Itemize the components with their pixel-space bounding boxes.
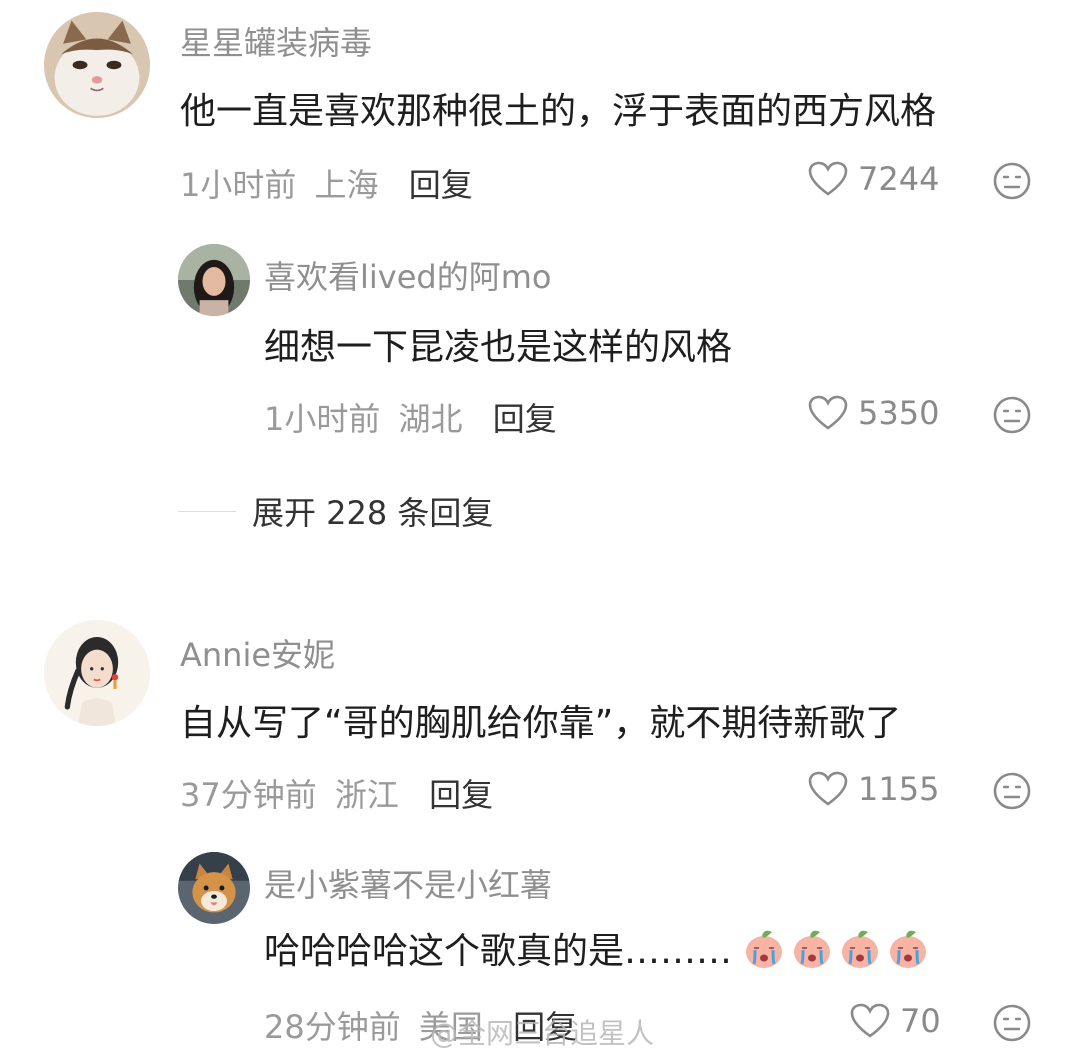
dislike-button[interactable] [992,771,1032,815]
comment-text: 他一直是喜欢那种很土的，浮于表面的西方风格 [180,91,937,132]
crying-peach-emoji-icon [890,930,927,968]
username[interactable]: 是小紫薯不是小红薯 [264,860,552,906]
illustrated-woman-avatar-icon [44,620,150,726]
username[interactable]: 星星罐装病毒 [180,18,372,64]
meh-face-icon [993,162,1031,200]
crying-peach-emoji-icon [794,930,831,968]
like-button[interactable]: 1155 [808,770,939,808]
expand-replies-label: 展开 228 条回复 [252,494,494,532]
heart-outline-icon [808,771,848,806]
like-count: 70 [900,1002,941,1040]
comment-text: 自从写了“哥的胸肌给你靠”，就不期待新歌了 [180,703,902,744]
comment-text-content: 哈哈哈哈这个歌真的是……… [264,931,733,972]
location: 浙江 [334,776,399,814]
comment-meta: 1小时前 上海 回复 [180,160,473,206]
reply-button[interactable]: 回复 [493,400,557,438]
like-count: 5350 [858,394,940,432]
comment-text: 哈哈哈哈这个歌真的是……… [264,922,930,974]
like-button[interactable]: 70 [850,1002,941,1040]
dislike-button[interactable] [992,395,1032,439]
crying-peach-emoji-icon [842,930,879,968]
divider [178,510,236,512]
watermark-text: @全网三台追星人 [430,1017,655,1050]
reply-button[interactable]: 回复 [409,166,473,204]
avatar[interactable] [178,852,250,924]
meh-face-icon [993,396,1031,434]
crying-peach-emoji-icon [746,930,783,968]
comment-meta: 1小时前 湖北 回复 [264,394,557,440]
timestamp: 28分钟前 [264,1008,401,1046]
avatar[interactable] [178,244,250,316]
comment-text: 细想一下昆凌也是这样的风格 [264,327,733,368]
username[interactable]: 喜欢看lived的阿mo [264,252,551,298]
watermark: @全网三台追星人 [430,1012,654,1052]
like-count: 7244 [858,160,940,198]
timestamp: 37分钟前 [180,776,317,814]
heart-outline-icon [808,395,848,430]
heart-outline-icon [808,161,848,196]
reply-button[interactable]: 回复 [429,776,493,814]
comment-meta: 37分钟前 浙江 回复 [180,770,493,816]
timestamp: 1小时前 [264,400,381,438]
meh-face-icon [993,1004,1031,1042]
emoji-group [738,926,930,970]
location: 湖北 [398,400,463,438]
avatar[interactable] [44,12,150,118]
woman-photo-avatar-icon [178,244,250,316]
username[interactable]: Annie安妮 [180,630,335,676]
cat-avatar-icon [44,12,150,118]
dislike-button[interactable] [992,1003,1032,1047]
heart-outline-icon [850,1003,890,1038]
location: 上海 [314,166,379,204]
timestamp: 1小时前 [180,166,297,204]
shiba-dog-avatar-icon [178,852,250,924]
like-button[interactable]: 5350 [808,394,939,432]
meh-face-icon [993,772,1031,810]
like-count: 1155 [858,770,940,808]
dislike-button[interactable] [992,161,1032,205]
like-button[interactable]: 7244 [808,160,939,198]
avatar[interactable] [44,620,150,726]
expand-replies-button[interactable]: 展开 228 条回复 [178,488,493,534]
